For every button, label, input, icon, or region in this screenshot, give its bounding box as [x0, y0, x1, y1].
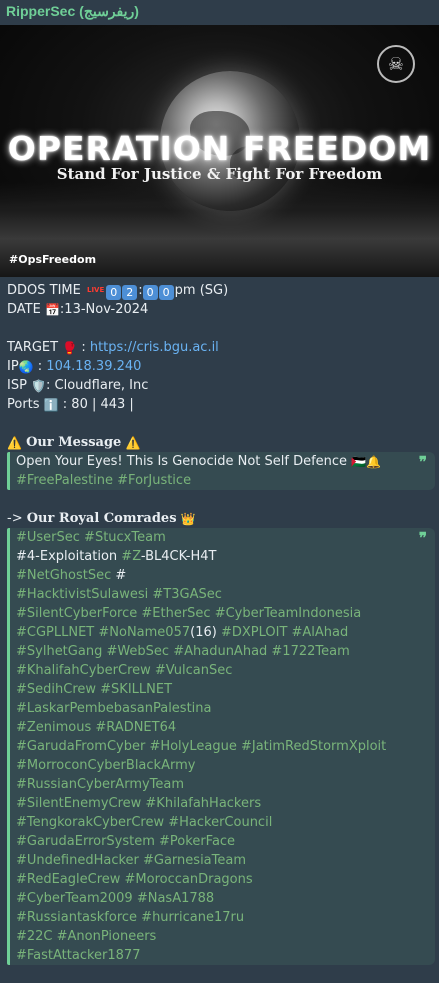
comrade-line[interactable]: #FastAttacker1877	[16, 946, 413, 965]
ip-line: IP🌏 : 104.18.39.240	[7, 357, 435, 376]
target-link[interactable]: https://cris.bgu.ac.il	[90, 340, 219, 355]
comrade-plain: #	[111, 568, 127, 583]
our-message-heading: ⚠️ Our Message ⚠️	[7, 433, 435, 452]
comrade-line[interactable]: #HacktivistSulawesi #T3GASec	[16, 585, 413, 604]
comrades-arrow: ->	[7, 511, 23, 526]
comrade-line[interactable]: #GarudaFromCyber #HolyLeague #JatimRedSt…	[16, 737, 413, 756]
ddos-label: DDOS TIME	[7, 283, 81, 298]
comrade-line[interactable]: #4-Exploitation #Z-BL4CK-H4T	[16, 547, 413, 566]
comrade-line[interactable]: #NetGhostSec #	[16, 566, 413, 585]
comrade-line[interactable]: #SilentEnemyCrew #KhilafahHackers	[16, 794, 413, 813]
date-label: DATE	[7, 302, 41, 317]
live-badge: LIVE	[86, 286, 105, 294]
ddos-time-line: DDOS TIME LIVE 0 2:0 0 pm (SG)	[7, 283, 229, 300]
ip-label: IP	[7, 359, 19, 374]
target-line: TARGET 🥊 : https://cris.bgu.ac.il	[7, 338, 435, 357]
message-bubble: RipperSec (ريفرسيج) ☠ OPERATION FREEDOM …	[0, 0, 439, 983]
banner-hashtag: #OpsFreedom	[9, 253, 97, 266]
isp-label: ISP	[7, 378, 27, 393]
isp-value: : Cloudflare, Inc	[46, 378, 149, 393]
comrade-line[interactable]: #SedihCrew #SKILLNET	[16, 680, 413, 699]
time-digit-4: 0	[158, 285, 174, 300]
target-label: TARGET	[7, 340, 59, 355]
comrade-line[interactable]: #LaskarPembebasanPalestina	[16, 699, 413, 718]
ip-link[interactable]: 104.18.39.240	[46, 359, 141, 374]
shield-icon: 🛡️	[31, 379, 47, 393]
comrade-line[interactable]: #SylhetGang #WebSec #AhadunAhad #1722Tea…	[16, 642, 413, 661]
message-tags[interactable]: #FreePalestine #ForJustice	[16, 471, 413, 490]
time-digit-2: 2	[122, 285, 138, 300]
globe-icon: 🌏	[18, 360, 34, 374]
quote-icon: ❞	[418, 529, 427, 547]
ports-label: Ports	[7, 397, 40, 412]
banner-subtitle: Stand For Justice & Fight For Freedom	[56, 165, 383, 183]
comrade-line[interactable]: #Zenimous #RADNET64	[16, 718, 413, 737]
banner-image[interactable]: ☠ OPERATION FREEDOM Stand For Justice & …	[0, 25, 439, 277]
time-digit-3: 0	[142, 285, 158, 300]
comrade-line[interactable]: #RedEagleCrew #MoroccanDragons	[16, 870, 413, 889]
message-text: Open Your Eyes! This Is Genocide Not Sel…	[16, 454, 348, 469]
comrade-plain: (16)	[190, 625, 217, 640]
date-line: DATE 📅:13-Nov-2024	[7, 300, 435, 319]
warning-icon: ⚠️	[7, 436, 22, 450]
ports-value: : 80 | 443 |	[62, 397, 134, 412]
palestine-flag-icon: 🇵🇸	[351, 455, 367, 469]
calendar-icon: 📅	[44, 303, 60, 317]
skull-logo-icon: ☠	[377, 45, 415, 83]
quote-icon: ❞	[418, 453, 427, 471]
isp-line: ISP 🛡️: Cloudflare, Inc	[7, 376, 435, 395]
comrade-plain: #4-Exploitation	[16, 549, 122, 564]
comrade-line[interactable]: #KhalifahCyberCrew #VulcanSec	[16, 661, 413, 680]
sender-name[interactable]: RipperSec (ريفرسيج)	[6, 3, 139, 20]
comrade-tag[interactable]: #DXPLOIT #AlAhad	[217, 625, 348, 640]
message-text-line: Open Your Eyes! This Is Genocide Not Sel…	[16, 452, 413, 471]
comrade-line[interactable]: #22C #AnonPioneers	[16, 927, 413, 946]
boxing-glove-icon: 🥊	[62, 341, 78, 355]
ports-line: Ports ℹ️ : 80 | 443 |	[7, 395, 435, 414]
date-value: :13-Nov-2024	[59, 302, 149, 317]
comrade-plain: -BL4CK-H4T	[140, 549, 217, 564]
our-message-title: Our Message	[26, 435, 122, 450]
comrade-line[interactable]: #RussianCyberArmyTeam	[16, 775, 413, 794]
info-icon: ℹ️	[43, 398, 59, 412]
comrade-line[interactable]: #CGPLLNET #NoName057(16) #DXPLOIT #AlAha…	[16, 623, 413, 642]
bell-icon: 🔔	[366, 455, 382, 469]
comrades-heading: -> Our Royal Comrades 👑	[7, 509, 435, 528]
comrade-tag[interactable]: #Z	[121, 549, 141, 564]
comrades-title: Our Royal Comrades	[26, 511, 177, 526]
comrade-tag[interactable]: #CGPLLNET #NoName057	[16, 625, 190, 640]
time-digit-1: 0	[106, 285, 122, 300]
message-quote: ❞ Open Your Eyes! This Is Genocide Not S…	[7, 452, 435, 490]
comrade-line[interactable]: #CyberTeam2009 #NasA1788	[16, 889, 413, 908]
banner-title: OPERATION FREEDOM	[7, 129, 432, 168]
comrade-line[interactable]: #GarudaErrorSystem #PokerFace	[16, 832, 413, 851]
comrades-quote: ❞ #UserSec #StucxTeam #4-Exploitation #Z…	[7, 528, 435, 965]
comrade-line[interactable]: #Russiantaskforce #hurricane17ru	[16, 908, 413, 927]
warning-icon: ⚠️	[125, 436, 141, 450]
time-suffix: pm (SG)	[174, 283, 229, 298]
comrade-tag[interactable]: #NetGhostSec	[16, 568, 111, 583]
comrade-line[interactable]: #SilentCyberForce #EtherSec #CyberTeamIn…	[16, 604, 413, 623]
comrade-line[interactable]: #UserSec #StucxTeam	[16, 528, 413, 547]
comrade-line[interactable]: #TengkorakCyberCrew #HackerCouncil	[16, 813, 413, 832]
comrade-line[interactable]: #MorroconCyberBlackArmy	[16, 756, 413, 775]
message-body: DDOS TIME LIVE 0 2:0 0 pm (SG) DATE 📅:13-Nov…	[7, 281, 435, 965]
crown-icon: 👑	[180, 512, 196, 526]
comrade-line[interactable]: #UndefinedHacker #GarnesiaTeam	[16, 851, 413, 870]
